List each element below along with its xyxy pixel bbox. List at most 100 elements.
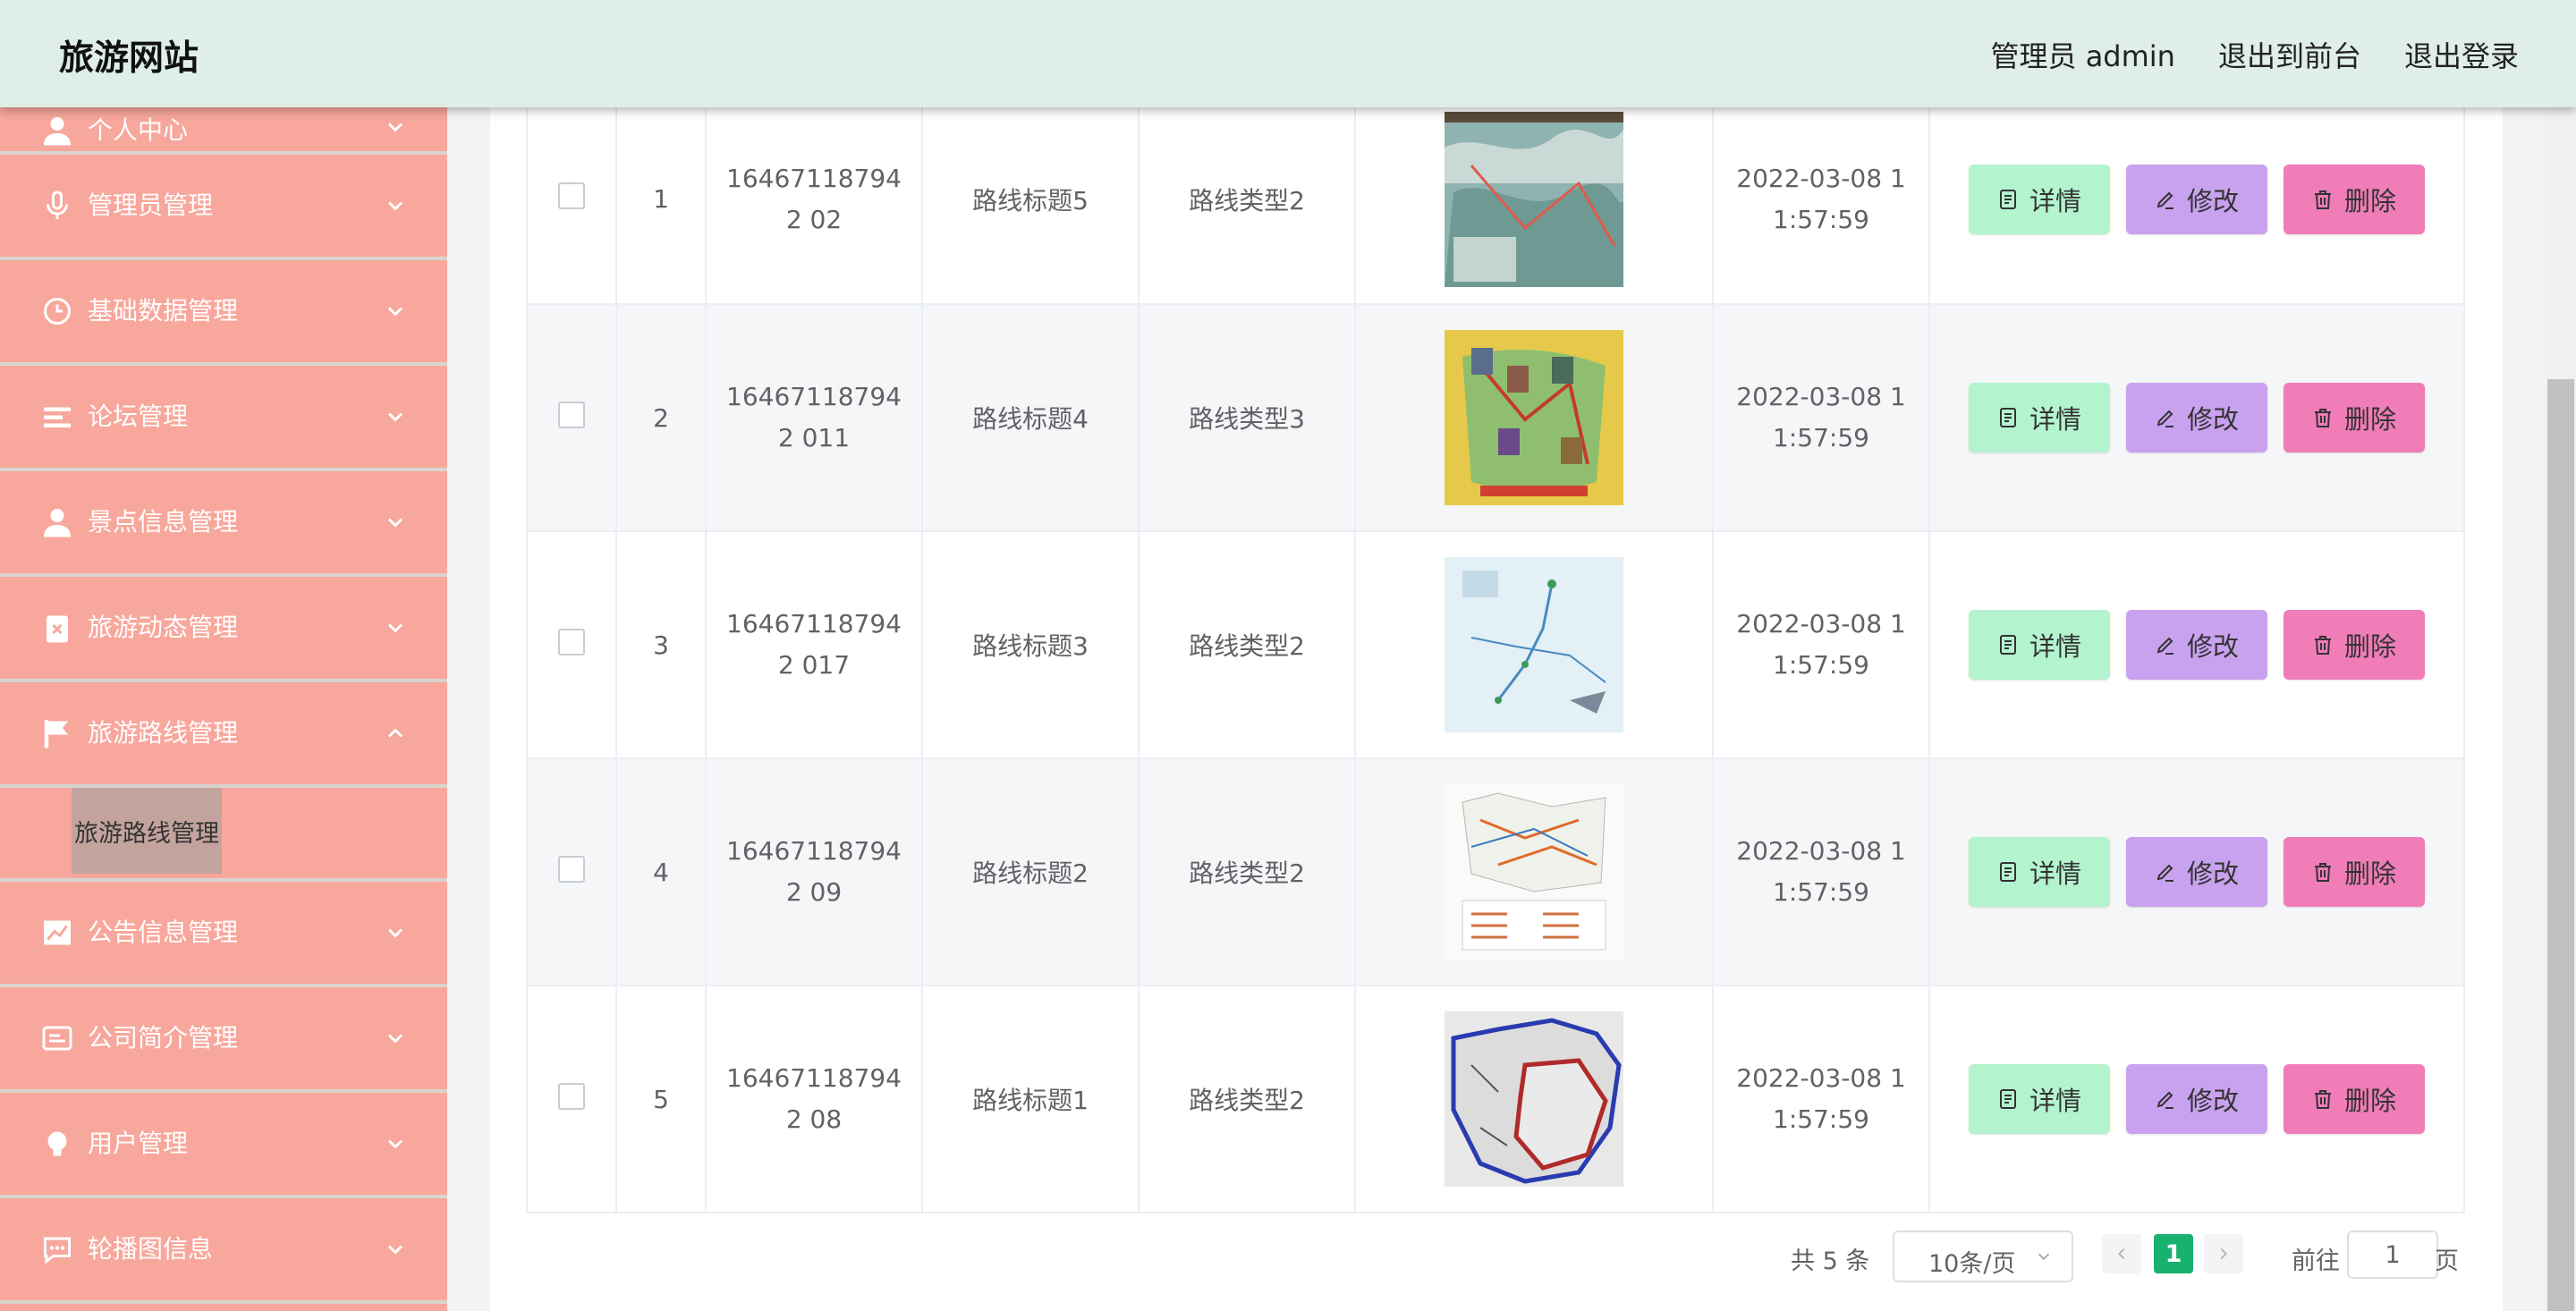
detail-button[interactable]: 详情	[1969, 383, 2110, 453]
sidebar-item-travel-routes[interactable]: 旅游路线管理	[0, 682, 447, 788]
chevron-right-icon	[2220, 1248, 2228, 1260]
route-title: 路线标题1	[921, 985, 1140, 1214]
chevron-down-icon	[383, 1026, 408, 1051]
table-row: 3 164671187942 017 路线标题3 路线类型2 2022-03-0…	[526, 530, 2465, 759]
delete-button[interactable]: 删除	[2284, 164, 2425, 234]
index-cell: 4	[615, 757, 707, 986]
chevron-down-icon	[383, 114, 408, 140]
delete-button[interactable]: 删除	[2284, 610, 2425, 680]
back-to-front-link[interactable]: 退出到前台	[2218, 34, 2361, 75]
sidebar-item-travel-news[interactable]: 旅游动态管理	[0, 577, 447, 682]
chevron-left-icon	[2117, 1248, 2125, 1260]
edit-button[interactable]: 修改	[2126, 837, 2267, 907]
table-row: 1 164671187942 02 路线标题5 路线类型2 2022-03-08…	[526, 93, 2465, 305]
flag-icon	[41, 717, 73, 749]
sidebar-item-company-profile[interactable]: 公司简介管理	[0, 987, 447, 1093]
sidebar-item-label: 基础数据管理	[88, 296, 239, 326]
route-type: 路线类型2	[1138, 757, 1356, 986]
route-map-thumbnail[interactable]	[1445, 784, 1623, 960]
microphone-icon	[41, 190, 73, 222]
index-cell: 2	[615, 303, 707, 532]
document-icon	[1999, 189, 2016, 209]
route-type: 路线类型2	[1138, 93, 1356, 305]
table-row: 5 164671187942 08 路线标题1 路线类型2 2022-03-08…	[526, 985, 2465, 1214]
delete-label: 删除	[2343, 858, 2396, 889]
top-bar: 旅游网站 管理员 admin 退出到前台 退出登录	[0, 0, 2576, 107]
sidebar-item-basic-data[interactable]: 基础数据管理	[0, 260, 447, 366]
next-page-button[interactable]	[2204, 1234, 2243, 1273]
row-checkbox[interactable]	[558, 401, 585, 428]
delete-button[interactable]: 删除	[2284, 1064, 2425, 1134]
created-time: 2022-03-08 1 1:57:59	[1712, 530, 1930, 759]
scrollbar-thumb[interactable]	[2547, 379, 2574, 1311]
goto-page-input[interactable]	[2347, 1231, 2438, 1279]
route-map-thumbnail[interactable]	[1445, 1011, 1623, 1187]
edit-label: 修改	[2186, 1086, 2239, 1116]
route-map-thumbnail[interactable]	[1445, 111, 1623, 287]
detail-button[interactable]: 详情	[1969, 610, 2110, 680]
delete-button[interactable]: 删除	[2284, 837, 2425, 907]
top-nav: 管理员 admin 退出到前台 退出登录	[1991, 34, 2519, 75]
chevron-down-icon	[383, 404, 408, 429]
route-title: 路线标题2	[921, 757, 1140, 986]
edit-button[interactable]: 修改	[2126, 164, 2267, 234]
edit-button[interactable]: 修改	[2126, 1064, 2267, 1134]
edit-button[interactable]: 修改	[2126, 610, 2267, 680]
edit-icon	[2157, 864, 2174, 882]
row-checkbox[interactable]	[558, 628, 585, 656]
detail-label: 详情	[2029, 631, 2081, 662]
detail-label: 详情	[2029, 858, 2081, 889]
row-checkbox[interactable]	[558, 855, 585, 883]
row-checkbox[interactable]	[558, 1082, 585, 1110]
sidebar-item-label: 公告信息管理	[88, 918, 239, 947]
chevron-down-icon	[383, 1237, 408, 1262]
route-map-thumbnail[interactable]	[1445, 557, 1623, 732]
route-id: 164671187942 08	[705, 985, 923, 1214]
route-type: 路线类型3	[1138, 303, 1356, 532]
edit-label: 修改	[2186, 185, 2239, 216]
index-cell: 5	[615, 985, 707, 1214]
submenu-item-travel-routes[interactable]: 旅游路线管理	[72, 788, 222, 874]
detail-button[interactable]: 详情	[1969, 1064, 2110, 1134]
trash-icon	[2314, 863, 2331, 882]
index-cell: 1	[615, 93, 707, 305]
page-number-active[interactable]: 1	[2154, 1234, 2193, 1273]
actions-cell: 详情 修改 删除	[1928, 530, 2465, 759]
prev-page-button[interactable]	[2102, 1234, 2141, 1273]
admin-user-link[interactable]: 管理员 admin	[1991, 34, 2175, 75]
table-row: 2 164671187942 011 路线标题4 路线类型3 2022-03-0…	[526, 303, 2465, 532]
delete-button[interactable]: 删除	[2284, 383, 2425, 453]
actions-cell: 详情 修改 删除	[1928, 985, 2465, 1214]
sidebar-item-announcements[interactable]: 公告信息管理	[0, 882, 447, 987]
checkbox-cell	[526, 985, 617, 1214]
chevron-down-icon	[2038, 1253, 2050, 1261]
site-title: 旅游网站	[59, 38, 199, 79]
sidebar-item-carousel[interactable]: 轮播图信息	[0, 1198, 447, 1304]
logout-link[interactable]: 退出登录	[2404, 34, 2519, 75]
actions-cell: 详情 修改 删除	[1928, 757, 2465, 986]
chevron-up-icon	[383, 721, 408, 746]
sidebar-item-admin-management[interactable]: 管理员管理	[0, 155, 447, 260]
image-cell	[1354, 757, 1714, 986]
chevron-down-icon	[383, 615, 408, 640]
row-checkbox[interactable]	[558, 182, 585, 209]
sidebar-item-label: 论坛管理	[88, 402, 189, 431]
detail-button[interactable]: 详情	[1969, 164, 2110, 234]
image-cell	[1354, 530, 1714, 759]
sidebar-item-forum[interactable]: 论坛管理	[0, 366, 447, 471]
sidebar-item-users[interactable]: 用户管理	[0, 1093, 447, 1198]
delete-label: 删除	[2343, 185, 2396, 216]
trash-icon	[2314, 409, 2331, 427]
route-type: 路线类型2	[1138, 985, 1356, 1214]
route-id: 164671187942 017	[705, 530, 923, 759]
detail-label: 详情	[2029, 185, 2081, 216]
route-map-thumbnail[interactable]	[1445, 330, 1623, 505]
detail-button[interactable]: 详情	[1969, 837, 2110, 907]
route-id: 164671187942 09	[705, 757, 923, 986]
image-cell	[1354, 93, 1714, 305]
sidebar-item-personal-center[interactable]: 个人中心	[0, 107, 447, 155]
page-size-select[interactable]: 10条/页	[1893, 1231, 2073, 1282]
sidebar-item-scenic-spots[interactable]: 景点信息管理	[0, 471, 447, 577]
created-time: 2022-03-08 1 1:57:59	[1712, 985, 1930, 1214]
edit-button[interactable]: 修改	[2126, 383, 2267, 453]
